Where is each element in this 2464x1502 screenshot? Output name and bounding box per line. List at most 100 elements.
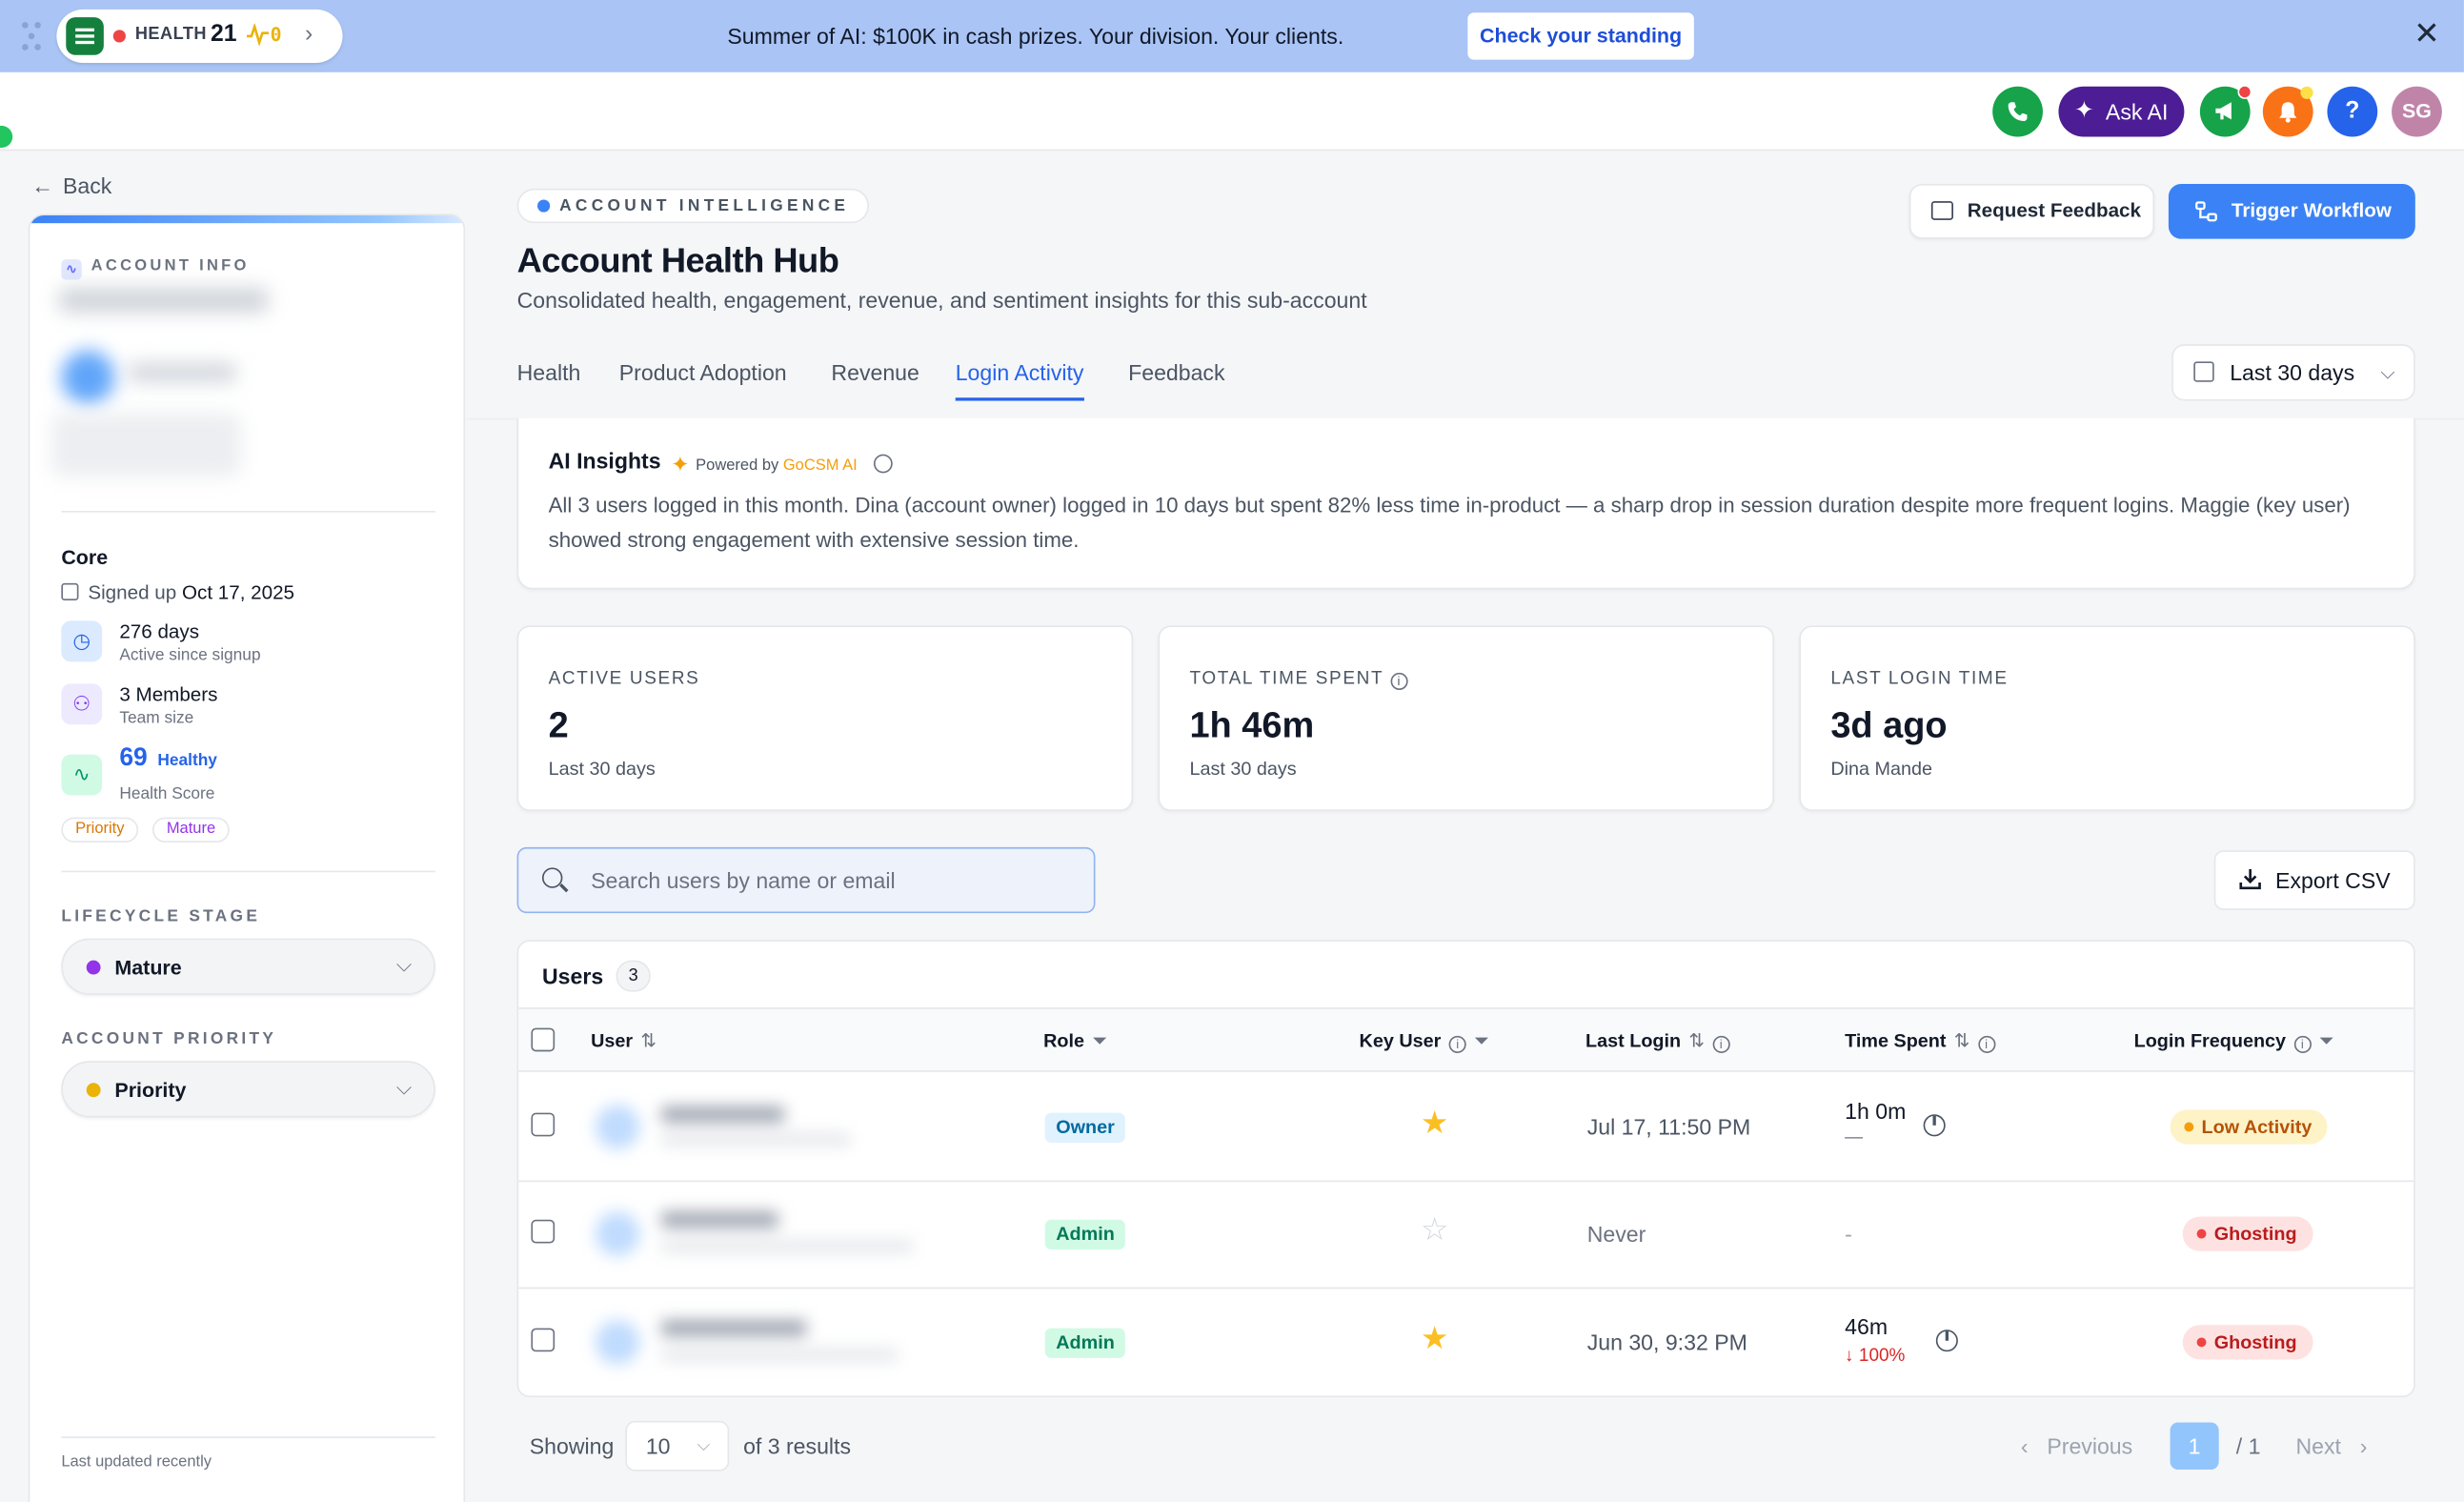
table-title: Users (541, 963, 604, 989)
history-icon[interactable] (874, 454, 894, 474)
page-size-select[interactable]: 10 ⌵ (625, 1420, 730, 1472)
kpi-total-time-spent: TOTAL TIME SPENT i 1h 46m Last 30 days (1158, 625, 1774, 811)
activity-icon: ∿ (61, 259, 82, 280)
tab-revenue[interactable]: Revenue (831, 360, 919, 385)
chevron-left-icon: ‹ (2020, 1433, 2029, 1459)
info-icon[interactable]: i (1389, 672, 1407, 690)
users-icon: ⚇ (61, 683, 103, 725)
tab-feedback[interactable]: Feedback (1128, 360, 1224, 385)
lifecycle-stage-label: LIFECYCLE STAGE (61, 906, 261, 926)
search-input[interactable] (591, 848, 1079, 910)
chart-pie-icon[interactable] (1923, 1114, 1946, 1137)
sparkles-icon: ✦ (2073, 97, 2094, 125)
lifecycle-stage-select[interactable]: Mature ⌵ (61, 938, 435, 995)
info-icon[interactable]: i (1712, 1035, 1730, 1053)
sort-icon[interactable]: ⇅ (1688, 1029, 1705, 1051)
info-icon[interactable]: i (1448, 1035, 1466, 1053)
role-badge: Admin (1044, 1328, 1126, 1358)
col-role[interactable]: Role ⏷ (1043, 1029, 1107, 1053)
col-user[interactable]: User ⇅ (591, 1029, 656, 1051)
ai-insights-title: AI Insights (548, 448, 661, 474)
last-login-value: Jul 17, 11:50 PM (1586, 1114, 1751, 1140)
help-icon[interactable]: ? (2327, 86, 2378, 137)
notification-badge (2300, 86, 2313, 99)
login-frequency-badge: Low Activity (2170, 1109, 2328, 1145)
col-key-user[interactable]: Key User i ⏷ (1360, 1029, 1489, 1053)
kpi-active-users: ACTIVE USERS 2 Last 30 days (516, 625, 1134, 811)
info-icon[interactable]: i (2293, 1035, 2312, 1053)
account-priority-select[interactable]: Priority ⌵ (61, 1061, 435, 1118)
ai-insights-card: AI Insights ✦ Powered by GoCSM AI All 3 u… (516, 417, 2415, 590)
check-standing-button[interactable]: Check your standing (1467, 12, 1694, 60)
announcement-banner: HEALTH 21 0 › Summer of AI: $100K in cas… (0, 0, 2464, 72)
time-spent-value: 46m (1845, 1313, 1888, 1340)
redacted-user (589, 1182, 974, 1289)
request-feedback-button[interactable]: Request Feedback (1909, 183, 2155, 239)
trigger-workflow-button[interactable]: Trigger Workflow (2168, 183, 2415, 239)
megaphone-icon[interactable] (2199, 85, 2252, 137)
filter-icon[interactable]: ⏷ (1474, 1029, 1489, 1053)
divider (61, 870, 435, 873)
filter-icon[interactable]: ⏷ (1092, 1029, 1107, 1053)
table-row[interactable]: Owner ★ Jul 17, 11:50 PM 1h 0m — Low Act… (518, 1073, 2414, 1183)
user-avatar[interactable]: SG (2392, 86, 2442, 137)
chevron-down-icon: ⌵ (395, 1075, 413, 1099)
col-last-login[interactable]: Last Login ⇅ i (1585, 1029, 1730, 1053)
status-dot (86, 1083, 101, 1098)
chart-pie-icon[interactable] (1935, 1329, 1958, 1352)
filter-icon[interactable]: ⏷ (2319, 1029, 2334, 1053)
tab-health[interactable]: Health (517, 360, 581, 385)
tab-login-activity[interactable]: Login Activity (955, 360, 1083, 401)
search-icon (541, 867, 563, 888)
last-login-value: Jun 30, 9:32 PM (1586, 1329, 1747, 1355)
ask-ai-button[interactable]: ✦ Ask AI (2058, 86, 2185, 137)
page-1-button[interactable]: 1 (2170, 1422, 2219, 1471)
core-title: Core (61, 545, 109, 570)
export-csv-button[interactable]: Export CSV (2213, 850, 2415, 910)
redacted-user (589, 1073, 974, 1180)
sort-icon[interactable]: ⇅ (640, 1029, 656, 1051)
previous-page-button[interactable]: ‹ Previous (2021, 1433, 2132, 1458)
close-icon[interactable]: ✕ (2414, 19, 2440, 51)
page-subtitle: Consolidated health, engagement, revenue… (516, 287, 1367, 314)
next-page-button[interactable]: Next › (2295, 1433, 2367, 1458)
col-time-spent[interactable]: Time Spent ⇅ i (1845, 1029, 1995, 1053)
arrow-left-icon: ← (30, 173, 54, 198)
tab-product-adoption[interactable]: Product Adoption (619, 360, 787, 385)
tag-mature: Mature (151, 817, 230, 842)
role-badge: Admin (1044, 1219, 1126, 1250)
back-link[interactable]: ← Back (31, 173, 111, 197)
col-login-frequency[interactable]: Login Frequency i ⏷ (2134, 1029, 2334, 1053)
calendar-icon (2193, 361, 2214, 382)
row-checkbox[interactable] (531, 1328, 555, 1352)
time-spent-change: — (1845, 1128, 1864, 1147)
sidebar-accent-bar (30, 214, 464, 224)
user-search (516, 846, 1096, 914)
signed-up-info: Signed up Oct 17, 2025 (61, 581, 294, 603)
section-eyebrow: ACCOUNT INTELLIGENCE (516, 188, 870, 224)
divider (61, 510, 435, 513)
date-range-select[interactable]: Last 30 days ⌵ (2171, 344, 2415, 401)
phone-icon[interactable] (1992, 86, 2043, 137)
top-app-bar: ✦ Ask AI ? SG (0, 71, 2464, 152)
chevron-right-icon: › (2359, 1433, 2368, 1459)
page-title: Account Health Hub (516, 240, 839, 280)
sort-icon[interactable]: ⇅ (1954, 1029, 1970, 1051)
divider (61, 1436, 435, 1439)
info-icon[interactable]: i (1977, 1035, 1995, 1053)
notification-badge (2237, 85, 2252, 99)
table-row[interactable]: Admin ☆ Never - Ghosting (518, 1182, 2414, 1289)
row-checkbox[interactable] (531, 1219, 555, 1244)
workflow-icon (2195, 201, 2217, 222)
star-outline-icon[interactable]: ☆ (1421, 1215, 1449, 1247)
star-icon[interactable]: ★ (1421, 1108, 1449, 1140)
row-checkbox[interactable] (531, 1112, 555, 1137)
select-all-checkbox[interactable] (531, 1027, 555, 1052)
bell-icon[interactable] (2262, 86, 2313, 137)
results-count: of 3 results (743, 1433, 852, 1459)
showing-label: Showing (529, 1433, 615, 1459)
redacted-details (51, 413, 241, 477)
last-login-value: Never (1586, 1221, 1646, 1247)
star-icon[interactable]: ★ (1421, 1324, 1449, 1355)
table-row[interactable]: Admin ★ Jun 30, 9:32 PM 46m ↓ 100% Ghost… (518, 1289, 2414, 1395)
